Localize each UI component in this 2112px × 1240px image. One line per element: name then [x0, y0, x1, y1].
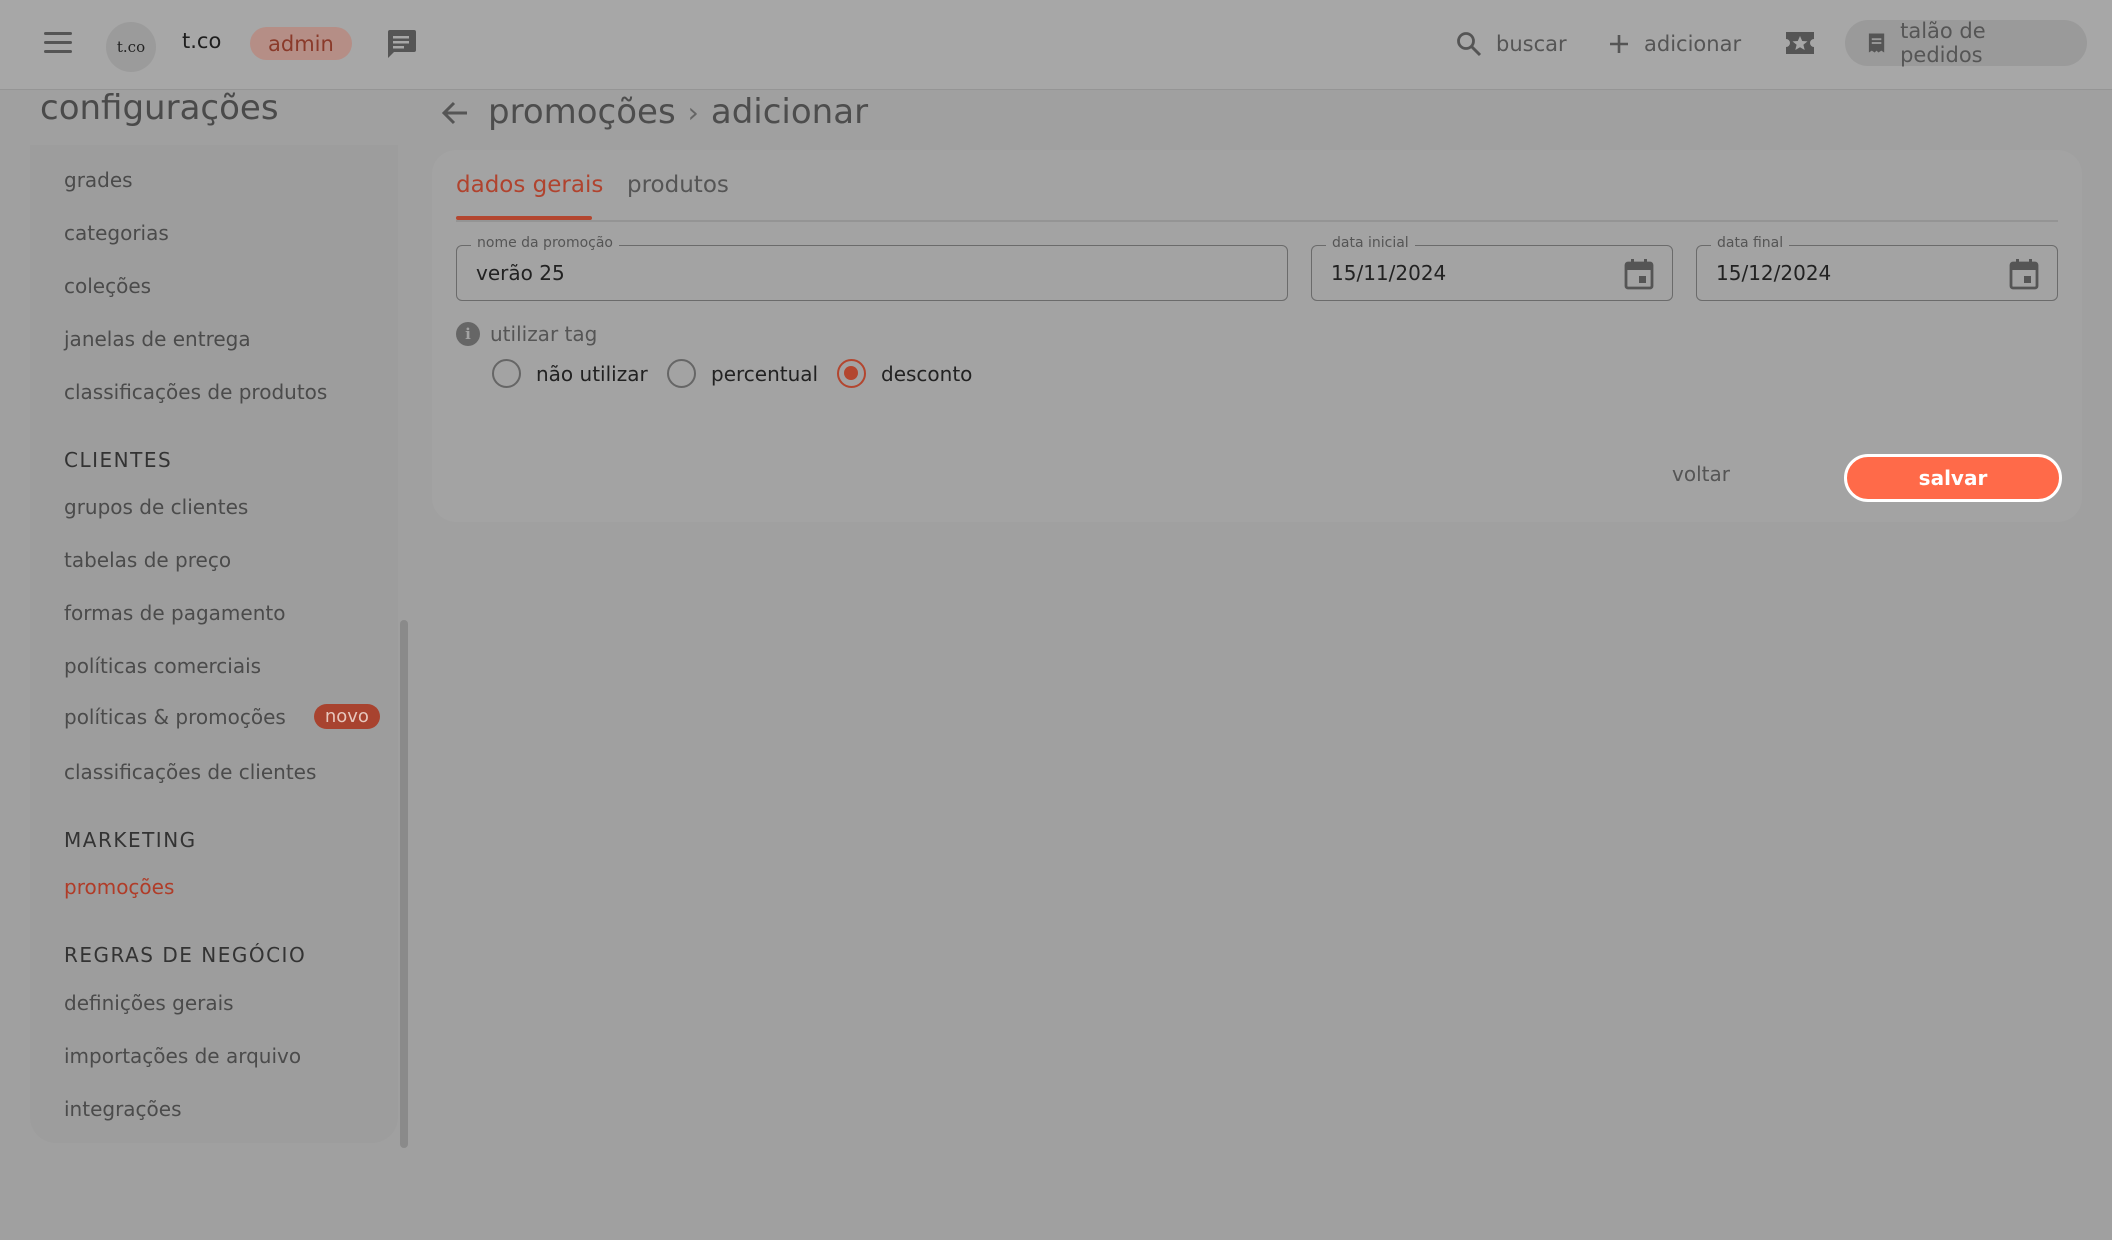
- start-date-label: data inicial: [1326, 235, 1415, 251]
- promotion-name-field[interactable]: nome da promoção verão 25: [456, 235, 1288, 301]
- sidebar-item-grupos-de-clientes[interactable]: grupos de clientes: [64, 495, 248, 519]
- sidebar-item-grades[interactable]: grades: [64, 168, 133, 192]
- radio-circle-checked[interactable]: [837, 359, 866, 388]
- search-icon: [1457, 32, 1482, 57]
- role-badge: admin: [250, 27, 352, 60]
- back-button[interactable]: voltar: [1672, 462, 1730, 486]
- order-book-label: talão de pedidos: [1900, 19, 1986, 67]
- calendar-icon[interactable]: [2009, 258, 2039, 290]
- tab-bar: dados gerais produtos: [456, 150, 2058, 222]
- menu-icon[interactable]: [40, 26, 76, 58]
- calendar-icon[interactable]: [1624, 258, 1654, 290]
- radio-desconto[interactable]: desconto: [837, 359, 972, 388]
- back-arrow-icon[interactable]: [440, 98, 470, 128]
- sidebar-item-categorias[interactable]: categorias: [64, 221, 169, 245]
- save-button[interactable]: salvar: [1844, 454, 2062, 502]
- company-name: t.co: [182, 29, 222, 53]
- sidebar-item-janelas-de-entrega[interactable]: janelas de entrega: [64, 327, 251, 351]
- radio-circle[interactable]: [667, 359, 696, 388]
- sidebar-title: configurações: [40, 88, 279, 128]
- add-button[interactable]: adicionar: [1608, 27, 1741, 61]
- sidebar: grades categorias coleções janelas de en…: [30, 145, 398, 1143]
- use-tag-label: utilizar tag: [490, 322, 598, 346]
- tab-produtos[interactable]: produtos: [627, 172, 729, 198]
- sidebar-item-label: políticas & promoções: [64, 704, 286, 729]
- top-bar: t.co t.co admin buscar adicionar talão d…: [0, 0, 2112, 90]
- ticket-star-icon[interactable]: [1784, 28, 1816, 58]
- promotion-name-label: nome da promoção: [471, 235, 620, 251]
- promotion-form-card: dados gerais produtos nome da promoção v…: [432, 150, 2082, 522]
- sidebar-item-definicoes-gerais[interactable]: definições gerais: [64, 991, 234, 1015]
- sidebar-item-tabelas-de-preco[interactable]: tabelas de preço: [64, 548, 231, 572]
- end-date-field[interactable]: data final 15/12/2024: [1696, 235, 2058, 301]
- sidebar-item-importacoes-de-arquivo[interactable]: importações de arquivo: [64, 1044, 301, 1068]
- radio-nao-utilizar[interactable]: não utilizar: [492, 359, 648, 388]
- sidebar-section-regras-de-negocio: REGRAS DE NEGÓCIO: [64, 943, 307, 967]
- search-button[interactable]: buscar: [1456, 27, 1567, 61]
- breadcrumb: promoções › adicionar: [488, 92, 868, 132]
- radio-label: não utilizar: [536, 361, 648, 386]
- chat-icon[interactable]: [385, 28, 417, 58]
- sidebar-item-promocoes[interactable]: promoções: [64, 875, 174, 899]
- use-tag-row: i utilizar tag: [456, 322, 597, 346]
- active-tab-indicator: [456, 216, 592, 220]
- info-icon[interactable]: i: [456, 322, 480, 346]
- sidebar-section-marketing: MARKETING: [64, 828, 197, 852]
- breadcrumb-separator: ›: [687, 95, 699, 129]
- sidebar-item-classificacoes-de-produtos[interactable]: classificações de produtos: [64, 380, 327, 404]
- breadcrumb-parent[interactable]: promoções: [488, 92, 676, 132]
- receipt-icon: [1868, 33, 1885, 53]
- tab-dados-gerais[interactable]: dados gerais: [456, 172, 603, 198]
- start-date-field[interactable]: data inicial 15/11/2024: [1311, 235, 1673, 301]
- radio-circle[interactable]: [492, 359, 521, 388]
- search-label: buscar: [1496, 32, 1567, 56]
- promotion-name-value: verão 25: [476, 261, 565, 285]
- radio-label: desconto: [881, 361, 973, 386]
- breadcrumb-current: adicionar: [710, 92, 869, 132]
- sidebar-scrollbar[interactable]: [400, 620, 408, 1148]
- radio-label: percentual: [711, 361, 819, 386]
- sidebar-item-colecoes[interactable]: coleções: [64, 274, 151, 298]
- end-date-label: data final: [1711, 235, 1790, 251]
- add-label: adicionar: [1644, 32, 1742, 56]
- radio-percentual[interactable]: percentual: [667, 359, 818, 388]
- sidebar-item-politicas-comerciais[interactable]: políticas comerciais: [64, 654, 261, 678]
- start-date-value: 15/11/2024: [1331, 261, 1447, 285]
- order-book-button[interactable]: talão de pedidos: [1845, 19, 2087, 67]
- sidebar-item-politicas-promocoes[interactable]: políticas & promoções novo: [64, 704, 380, 729]
- end-date-value: 15/12/2024: [1716, 261, 1832, 285]
- sidebar-section-clientes: CLIENTES: [64, 448, 173, 472]
- plus-icon: [1610, 35, 1628, 53]
- sidebar-item-classificacoes-de-clientes[interactable]: classificações de clientes: [64, 760, 316, 784]
- sidebar-item-formas-de-pagamento[interactable]: formas de pagamento: [64, 601, 285, 625]
- sidebar-item-integracoes[interactable]: integrações: [64, 1097, 182, 1121]
- company-logo: t.co: [106, 22, 156, 72]
- new-badge: novo: [313, 704, 380, 729]
